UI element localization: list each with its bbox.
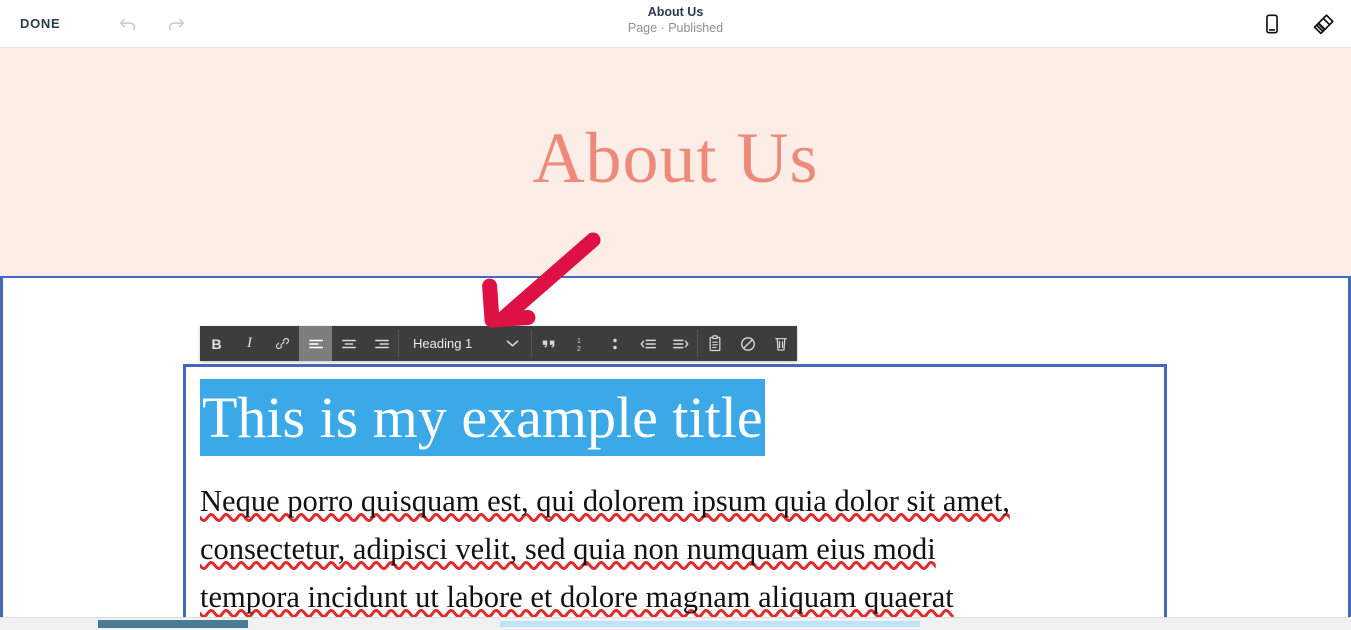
blockquote-button[interactable] xyxy=(532,326,565,361)
page-meta: About Us Page · Published xyxy=(0,4,1351,36)
outdent-button[interactable] xyxy=(631,326,664,361)
undo-arrow-icon[interactable] xyxy=(115,11,141,37)
scrollbar-thumb-secondary[interactable] xyxy=(500,621,920,627)
paragraph-style-value: Heading 1 xyxy=(413,336,473,351)
body-line-3: tempora incidunt ut labore et dolore mag… xyxy=(200,580,954,614)
paragraph-style-select[interactable]: Heading 1 xyxy=(399,326,531,361)
bold-label: B xyxy=(211,335,222,352)
mobile-phone-icon[interactable] xyxy=(1259,11,1285,37)
text-block-inner: This is my example title Neque porro qui… xyxy=(186,367,1164,621)
horizontal-scrollbar[interactable] xyxy=(0,617,1351,630)
chevron-down-icon xyxy=(506,339,519,348)
quote-icon xyxy=(541,337,557,351)
align-center-icon xyxy=(341,337,357,351)
svg-text:1: 1 xyxy=(577,338,581,345)
trash-icon xyxy=(774,335,788,352)
paintbrush-icon[interactable] xyxy=(1311,11,1337,37)
italic-button[interactable]: I xyxy=(233,326,266,361)
block-title-wrap: This is my example title xyxy=(200,379,1146,456)
italic-label: I xyxy=(247,335,252,351)
done-button[interactable]: DONE xyxy=(20,16,60,31)
link-button[interactable] xyxy=(266,326,299,361)
align-right-button[interactable] xyxy=(365,326,398,361)
numbered-list-icon: 1 2 xyxy=(575,336,589,352)
paste-button[interactable] xyxy=(698,326,731,361)
hero-heading: About Us xyxy=(532,118,819,198)
editor-screen: DONE About Us Page · Published About Us … xyxy=(0,0,1351,630)
bold-button[interactable]: B xyxy=(200,326,233,361)
hero-section[interactable]: About Us xyxy=(0,48,1351,276)
clear-formatting-button[interactable] xyxy=(731,326,764,361)
scrollbar-thumb[interactable] xyxy=(98,620,248,628)
indent-icon xyxy=(672,337,690,351)
no-entry-icon xyxy=(740,336,756,352)
body-line-2: consectetur, adipisci velit, sed quia no… xyxy=(200,532,936,566)
indent-button[interactable] xyxy=(664,326,697,361)
body-line-1: Neque porro quisquam est, qui dolorem ip… xyxy=(200,484,1010,518)
align-left-icon xyxy=(308,337,324,351)
redo-arrow-icon[interactable] xyxy=(163,11,189,37)
align-right-icon xyxy=(374,337,390,351)
align-center-button[interactable] xyxy=(332,326,365,361)
bulleted-list-icon xyxy=(610,336,620,352)
delete-button[interactable] xyxy=(764,326,797,361)
link-icon xyxy=(275,336,290,351)
page-title: About Us xyxy=(647,5,704,19)
text-block[interactable]: This is my example title Neque porro qui… xyxy=(183,364,1167,630)
svg-text:2: 2 xyxy=(577,346,581,352)
align-left-button[interactable] xyxy=(299,326,332,361)
page-status: Page · Published xyxy=(627,21,724,35)
numbered-list-button[interactable]: 1 2 xyxy=(565,326,598,361)
block-title[interactable]: This is my example title xyxy=(200,379,765,456)
bulleted-list-button[interactable] xyxy=(598,326,631,361)
clipboard-icon xyxy=(708,335,722,352)
history-controls xyxy=(115,11,189,37)
topbar-right-actions xyxy=(1259,0,1337,48)
formatting-toolbar: B I Heading 1 1 2 xyxy=(200,326,797,361)
top-toolbar: DONE About Us Page · Published xyxy=(0,0,1351,48)
block-body[interactable]: Neque porro quisquam est, qui dolorem ip… xyxy=(200,477,1150,621)
outdent-icon xyxy=(639,337,657,351)
